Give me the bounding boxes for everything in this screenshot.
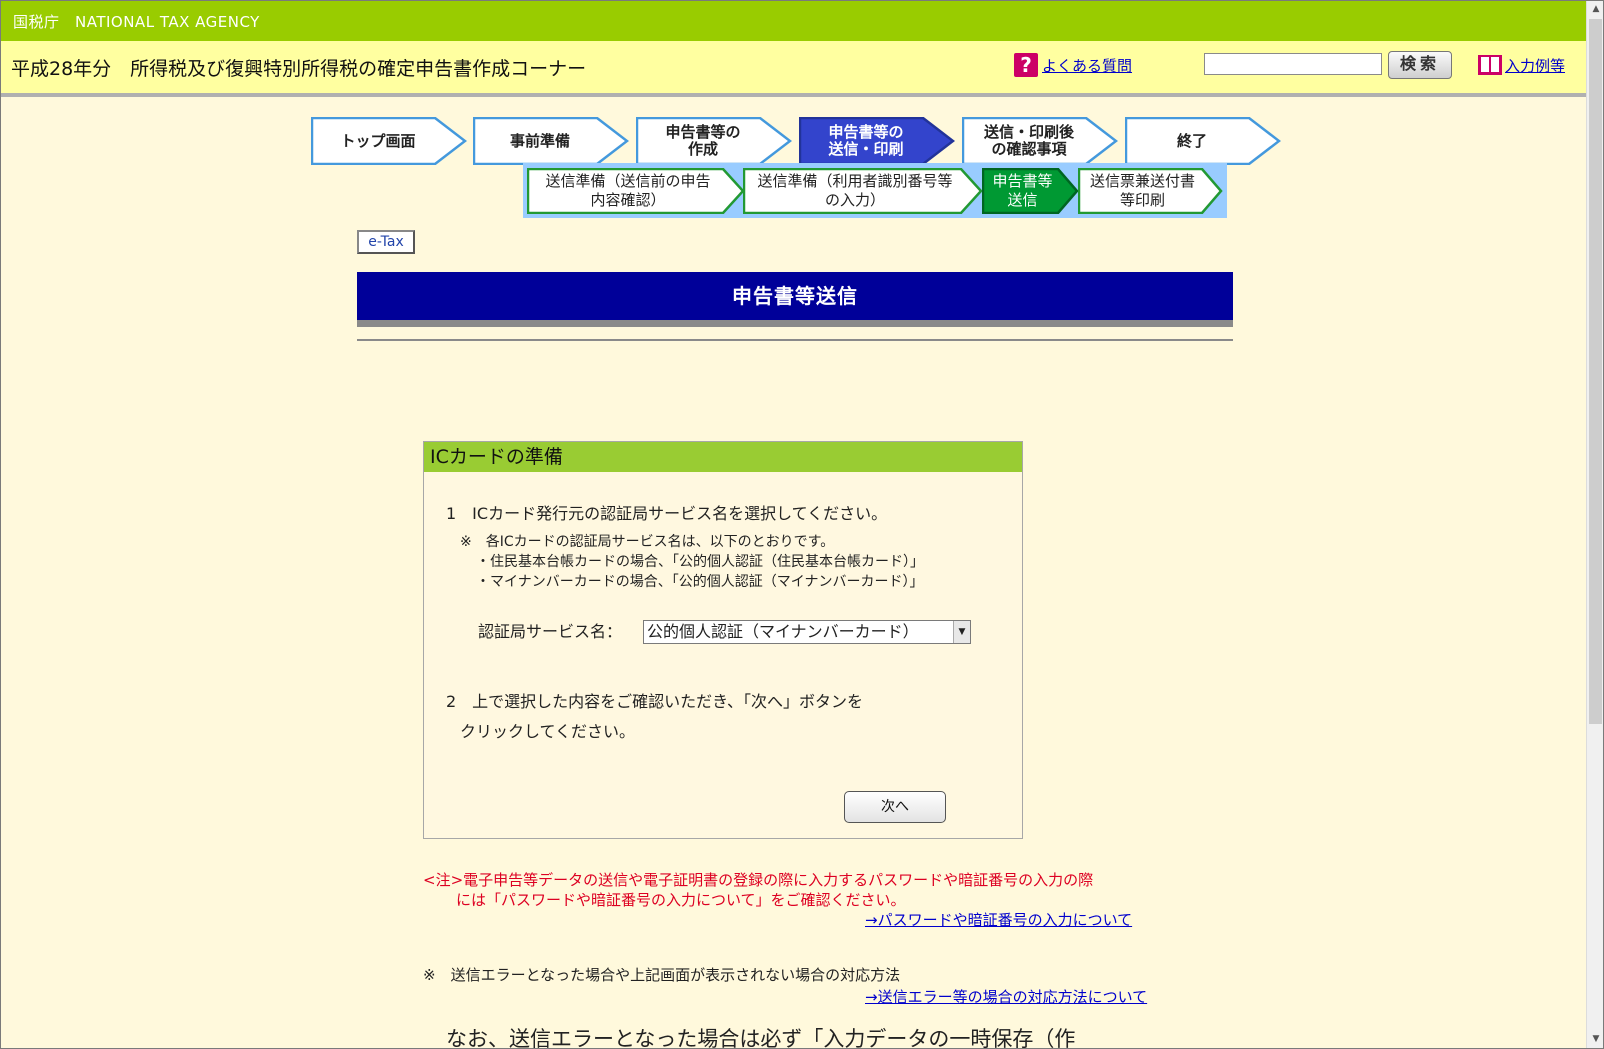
step-preparation[interactable]: 事前準備 (473, 117, 629, 165)
dropdown-arrow-icon[interactable]: ▼ (953, 621, 970, 643)
agency-bar: 国税庁 NATIONAL TAX AGENCY (1, 1, 1586, 41)
scroll-down-icon[interactable]: ▼ (1587, 1031, 1603, 1048)
instruction-step2: 2 上で選択した内容をご確認いただき、「次へ」ボタンを (446, 692, 864, 711)
step-label: 申告書等の 作成 (665, 123, 741, 158)
error-note: ※ 送信エラーとなった場合や上記画面が表示されない場合の対応方法 (423, 966, 901, 984)
step-create[interactable]: 申告書等の 作成 (636, 117, 792, 165)
panel-header: ICカードの準備 (424, 442, 1022, 472)
instruction-step1: 1 ICカード発行元の認証局サービス名を選択してください。 (446, 504, 888, 523)
substep-label: 送信準備（送信前の申告 内容確認） (545, 172, 711, 209)
next-button[interactable]: 次へ (844, 791, 946, 823)
step-top[interactable]: トップ画面 (311, 117, 467, 165)
question-icon: ? (1014, 53, 1038, 77)
step-label: トップ画面 (340, 131, 416, 150)
section-title: 申告書等送信 (357, 272, 1233, 320)
substep-preconfirm[interactable]: 送信準備（送信前の申告 内容確認） (527, 168, 745, 214)
error-help-link[interactable]: →送信エラー等の場合の対応方法について (865, 986, 1147, 1007)
search-button[interactable]: 検索 (1388, 51, 1452, 79)
substep-user-id[interactable]: 送信準備（利用者識別番号等 の入力） (743, 168, 983, 214)
substep-send[interactable]: 申告書等 送信 (982, 168, 1079, 214)
password-warning-cont: には「パスワードや暗証番号の入力について」をご確認ください。 (456, 891, 906, 909)
certificate-service-select[interactable]: 公的個人認証（マイナンバーカード） ▼ (643, 620, 971, 644)
vertical-scrollbar[interactable]: ▲ ▼ (1586, 1, 1603, 1048)
divider (357, 320, 1233, 327)
divider (357, 339, 1233, 341)
password-warning: <注>電子申告等データの送信や電子証明書の登録の際に入力するパスワードや暗証番号… (423, 871, 1094, 889)
scroll-up-icon[interactable]: ▲ (1587, 1, 1603, 18)
note-line: ・住民基本台帳カードの場合、「公的個人認証（住民基本台帳カード）」 (476, 554, 924, 570)
search-input[interactable] (1204, 53, 1382, 75)
agency-name: 国税庁 NATIONAL TAX AGENCY (13, 13, 260, 31)
input-examples-link[interactable]: 入力例等 (1477, 53, 1565, 77)
header-bar: 平成28年分 所得税及び復興特別所得税の確定申告書作成コーナー ? よくある質問… (1, 41, 1586, 97)
step-send-print[interactable]: 申告書等の 送信・印刷 (799, 117, 955, 165)
instruction-step2-cont: クリックしてください。 (460, 722, 636, 741)
password-help-link[interactable]: →パスワードや暗証番号の入力について (865, 909, 1132, 930)
substep-print-slip[interactable]: 送信票兼送付書 等印刷 (1078, 168, 1223, 214)
substep-label: 送信票兼送付書 等印刷 (1089, 172, 1195, 209)
step-finish[interactable]: 終了 (1125, 117, 1281, 165)
faq-label[interactable]: よくある質問 (1042, 55, 1132, 76)
faq-link[interactable]: ? よくある質問 (1014, 53, 1132, 77)
input-examples-label[interactable]: 入力例等 (1505, 55, 1565, 76)
step-confirm-after[interactable]: 送信・印刷後 の確認事項 (962, 117, 1118, 165)
ic-card-panel: ICカードの準備 1 ICカード発行元の認証局サービス名を選択してください。 ※… (423, 441, 1023, 839)
etax-badge: e-Tax (357, 230, 415, 254)
substep-label: 送信準備（利用者識別番号等 の入力） (757, 172, 953, 209)
step-label: 申告書等の 送信・印刷 (828, 123, 904, 158)
scroll-thumb[interactable] (1589, 19, 1602, 724)
step-label: 送信・印刷後 の確認事項 (983, 123, 1074, 158)
bottom-notice: なお、送信エラーとなった場合は必ず「入力データの一時保存（作 (446, 1027, 1076, 1049)
service-label: 認証局サービス名： (478, 622, 623, 641)
note-line: ※ 各ICカードの認証局サービス名は、以下のとおりです。 (460, 534, 835, 550)
step-label: 終了 (1176, 131, 1207, 150)
select-value: 公的個人認証（マイナンバーカード） (647, 622, 919, 641)
note-line: ・マイナンバーカードの場合、「公的個人認証（マイナンバーカード）」 (476, 574, 924, 590)
substep-label: 申告書等 送信 (992, 172, 1053, 209)
book-icon (1478, 55, 1502, 75)
step-label: 事前準備 (509, 131, 570, 150)
page-title: 平成28年分 所得税及び復興特別所得税の確定申告書作成コーナー (11, 58, 587, 80)
browser-frame: 国税庁 NATIONAL TAX AGENCY 平成28年分 所得税及び復興特別… (0, 0, 1604, 1049)
